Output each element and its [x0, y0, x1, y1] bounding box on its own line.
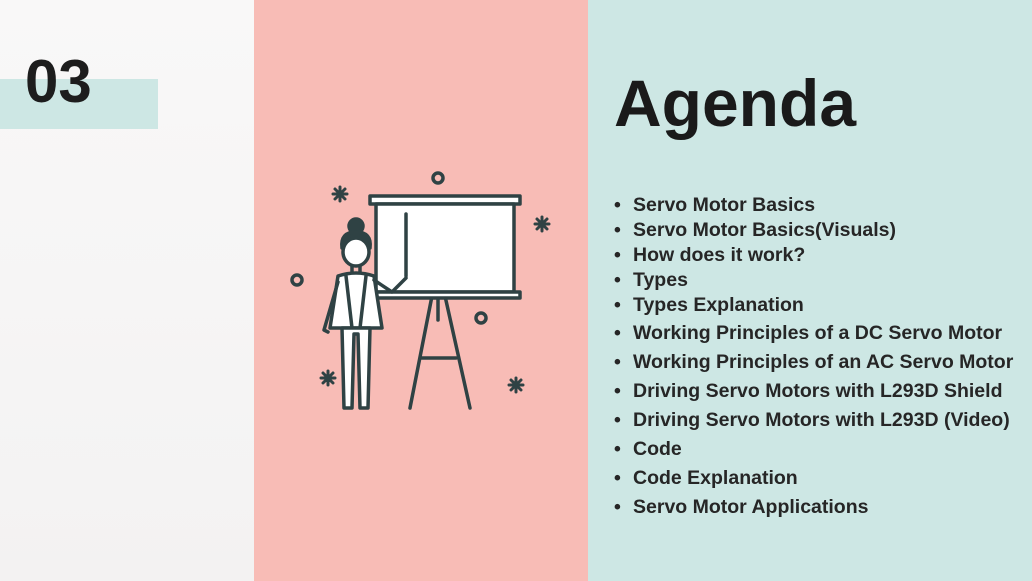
agenda-item: How does it work?	[614, 244, 1013, 267]
agenda-list: Servo Motor Basics Servo Motor Basics(Vi…	[614, 194, 1013, 519]
section-number: 03	[25, 48, 92, 115]
agenda-item: Working Principles of an AC Servo Motor	[614, 351, 1013, 374]
agenda-item: Code Explanation	[614, 467, 1013, 490]
agenda-item: Working Principles of a DC Servo Motor	[614, 322, 1013, 345]
agenda-item: Servo Motor Basics(Visuals)	[614, 219, 1013, 242]
agenda-item: Servo Motor Basics	[614, 194, 1013, 217]
agenda-item: Types Explanation	[614, 294, 1013, 317]
agenda-item: Servo Motor Applications	[614, 496, 1013, 519]
agenda-item: Code	[614, 438, 1013, 461]
agenda-item: Driving Servo Motors with L293D (Video)	[614, 409, 1013, 432]
agenda-title: Agenda	[614, 66, 857, 140]
agenda-item: Driving Servo Motors with L293D Shield	[614, 380, 1013, 403]
presenter-whiteboard-icon	[254, 160, 588, 425]
agenda-item: Types	[614, 269, 1013, 292]
